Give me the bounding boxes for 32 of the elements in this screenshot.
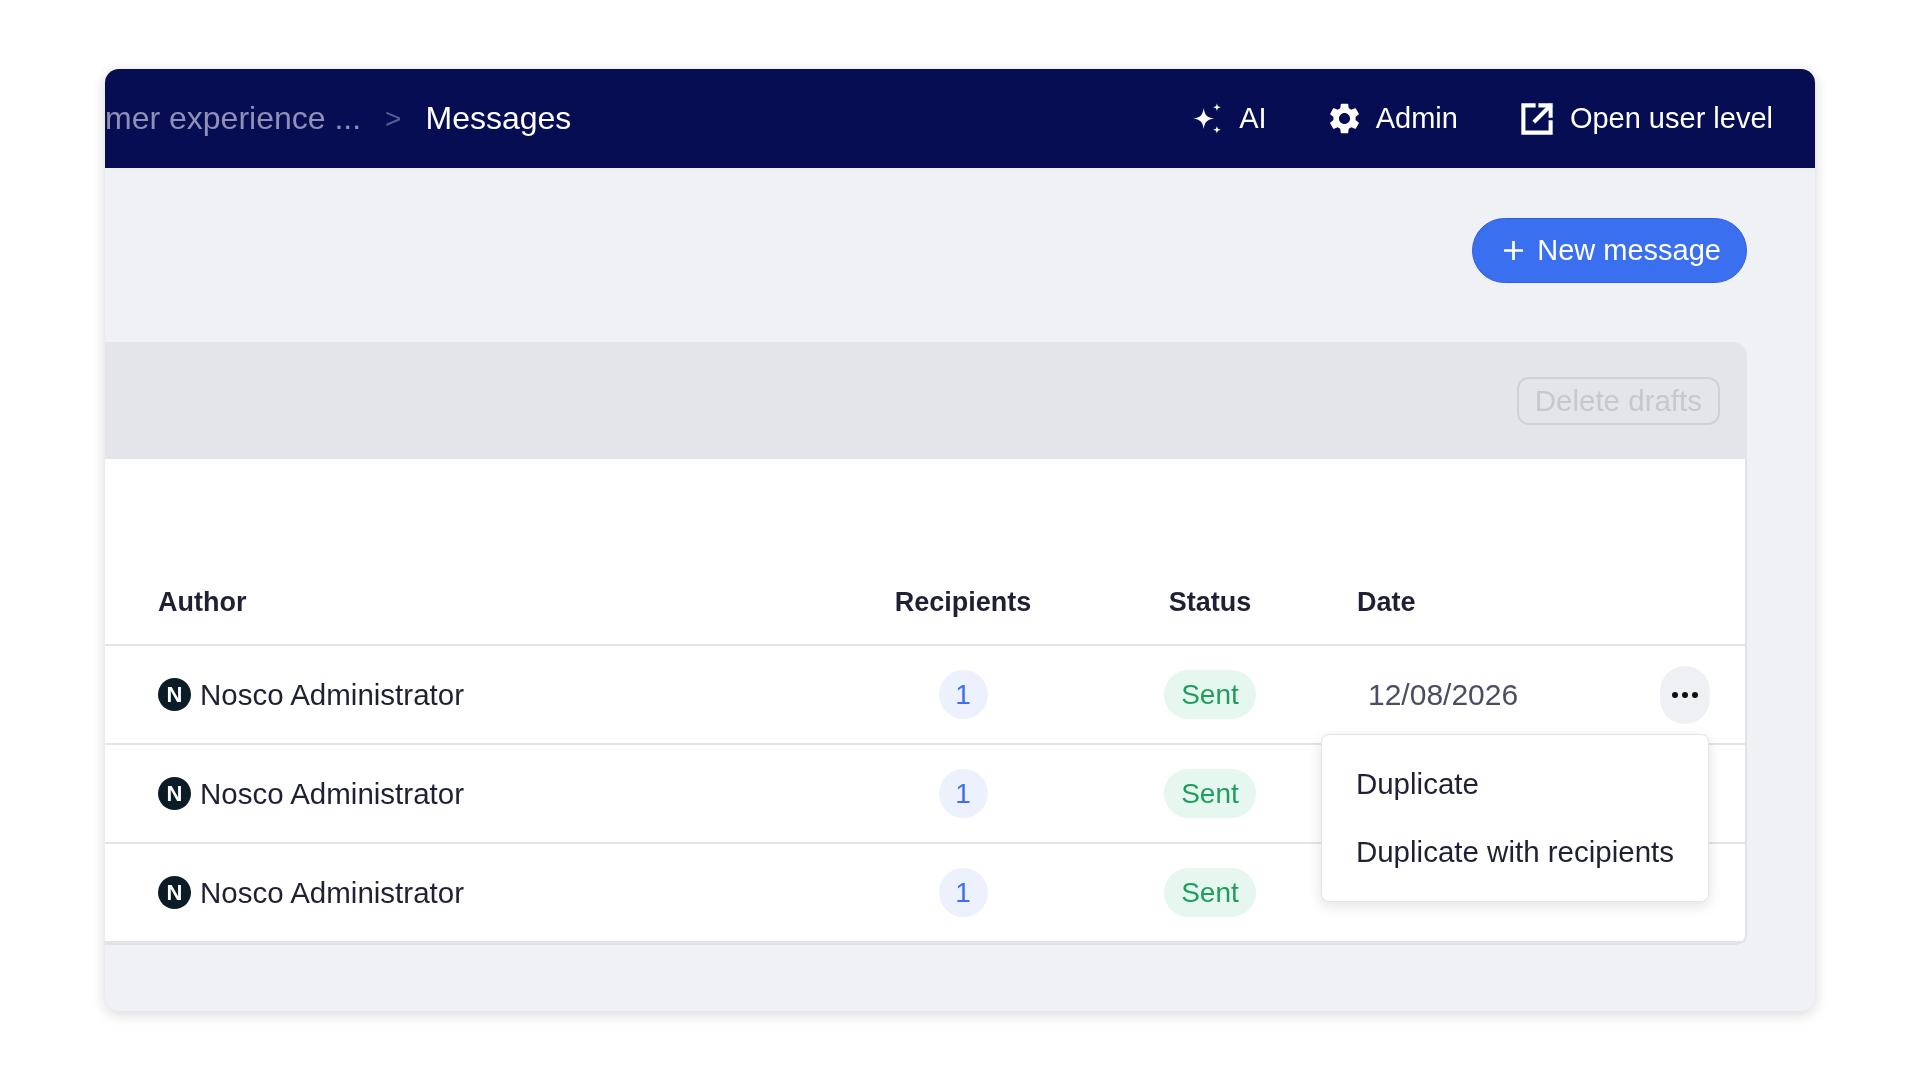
recipient-count: 1	[938, 769, 988, 818]
breadcrumb[interactable]: mer experience ...	[105, 100, 362, 137]
menu-item[interactable]: Duplicate with recipients	[1321, 818, 1708, 886]
plus-icon	[1503, 240, 1525, 261]
open-user-level-button[interactable]: Open user level	[1520, 102, 1773, 135]
gear-icon	[1329, 103, 1359, 134]
new-message-button[interactable]: New message	[1472, 218, 1747, 283]
admin-button[interactable]: Admin	[1329, 102, 1458, 135]
ellipsis-icon	[1672, 691, 1698, 698]
column-header: Date	[1357, 587, 1416, 618]
author-name: Nosco Administrator	[200, 677, 464, 712]
breadcrumb: Messages	[425, 100, 572, 137]
more-button[interactable]	[1660, 665, 1710, 724]
recipient-count: 1	[938, 868, 988, 917]
recipient-count: 1	[938, 670, 988, 719]
author-name: Nosco Administrator	[200, 776, 464, 811]
column-header: Recipients	[894, 587, 1032, 618]
sent-date: 12/08/2026	[1368, 677, 1519, 712]
status-tag: Sent	[1164, 769, 1256, 818]
column-header: Author	[158, 587, 247, 618]
avatar: N	[158, 777, 191, 810]
status-tag: Sent	[1164, 670, 1256, 719]
sparkle-icon	[1192, 103, 1223, 134]
breadcrumb-separator: >	[385, 102, 402, 135]
menu-item[interactable]: Duplicate	[1321, 750, 1708, 818]
author-name: Nosco Administrator	[200, 875, 464, 910]
external-link-icon	[1520, 102, 1553, 135]
avatar: N	[158, 876, 191, 909]
avatar: N	[158, 678, 191, 711]
status-tag: Sent	[1164, 868, 1256, 917]
ai-button[interactable]: AI	[1192, 102, 1267, 135]
column-header: Status	[1168, 587, 1252, 618]
